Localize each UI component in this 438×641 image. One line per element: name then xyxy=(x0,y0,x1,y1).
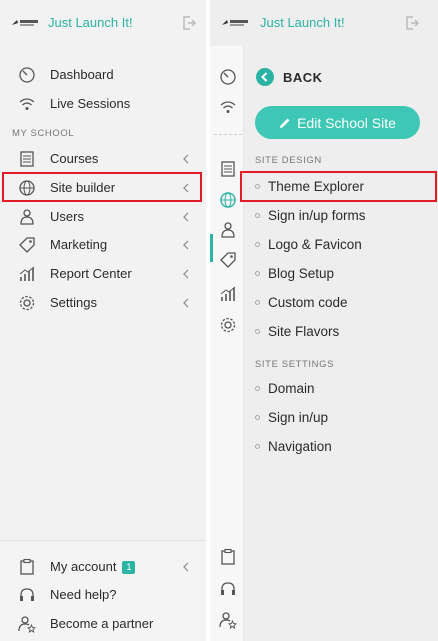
submenu-label: Navigation xyxy=(268,438,332,454)
submenu-label: Sign in/up forms xyxy=(268,207,366,223)
submenu-item-sign-in-up-forms[interactable]: Sign in/up forms xyxy=(255,203,366,227)
submenu-label: Blog Setup xyxy=(268,265,335,281)
nav-item-settings[interactable]: Settings xyxy=(0,289,206,316)
clipboard-icon xyxy=(20,558,34,575)
wifi-icon[interactable] xyxy=(219,98,237,116)
submenu-label: Logo & Favicon xyxy=(268,236,362,252)
submenu-label: Sign in/up xyxy=(268,409,329,425)
site-builder-highlight-box xyxy=(2,172,202,202)
nav-label: Dashboard xyxy=(50,67,114,82)
brand-name[interactable]: Just Launch It! xyxy=(48,15,133,30)
chart-icon[interactable] xyxy=(219,285,237,303)
brand-name[interactable]: Just Launch It! xyxy=(260,15,345,30)
nav-item-users[interactable]: Users xyxy=(0,203,206,230)
submenu-item-sign-in-up[interactable]: Sign in/up xyxy=(255,405,328,429)
nav-label: Settings xyxy=(50,295,97,310)
theme-explorer-highlight-box xyxy=(240,171,437,202)
headset-icon xyxy=(20,587,34,601)
nav-item-report-center[interactable]: Report Center xyxy=(0,260,206,287)
wifi-icon xyxy=(19,97,35,110)
pencil-icon xyxy=(280,118,290,128)
edit-school-site-label: Edit School Site xyxy=(297,114,396,131)
chart-icon xyxy=(19,266,35,281)
gear-icon xyxy=(19,295,35,310)
nav-label: Report Center xyxy=(50,266,132,281)
nav-item-marketing[interactable]: Marketing xyxy=(0,231,206,258)
nav-label: Live Sessions xyxy=(50,96,131,111)
section-title-site-settings: SITE SETTINGS xyxy=(255,359,335,370)
submenu-item-logo-favicon[interactable]: Logo & Favicon xyxy=(255,232,362,256)
submenu-item-site-flavors[interactable]: Site Flavors xyxy=(255,319,339,343)
chevron-left-icon xyxy=(183,562,189,571)
tag-icon xyxy=(19,236,35,253)
chevron-left-icon xyxy=(183,212,189,221)
gauge-icon[interactable] xyxy=(219,68,237,86)
logout-icon[interactable] xyxy=(181,15,197,31)
chevron-left-icon xyxy=(183,154,189,163)
nav-label: Become a partner xyxy=(50,616,154,631)
my-account-label: My account xyxy=(50,559,117,574)
bullet-icon xyxy=(255,328,260,334)
submenu-label: Domain xyxy=(268,380,315,396)
partner-icon[interactable] xyxy=(219,611,237,629)
notification-badge: 1 xyxy=(122,561,136,574)
bullet-icon xyxy=(255,299,260,305)
nav-item-become-partner[interactable]: Become a partner xyxy=(0,610,206,637)
submenu-label: Site Flavors xyxy=(268,323,340,339)
nav-label: Need help? xyxy=(50,587,117,602)
logout-icon[interactable] xyxy=(404,15,420,31)
user-icon[interactable] xyxy=(219,221,237,239)
main-sidebar: Just Launch It! Dashboard Live Sessions … xyxy=(0,0,206,641)
site-builder-submenu-panel: Just Launch It! BACK Edit School Site SI… xyxy=(210,0,438,641)
book-icon xyxy=(20,150,34,167)
nav-item-live-sessions[interactable]: Live Sessions xyxy=(0,90,206,117)
book-icon[interactable] xyxy=(219,160,237,178)
headset-icon[interactable] xyxy=(219,580,237,598)
edit-school-site-button[interactable]: Edit School Site xyxy=(255,106,420,139)
bullet-icon xyxy=(255,212,260,218)
clipboard-icon[interactable] xyxy=(219,548,237,566)
bullet-icon xyxy=(255,241,260,247)
globe-icon[interactable] xyxy=(219,191,237,209)
rail-active-indicator xyxy=(210,234,213,262)
back-button[interactable]: BACK xyxy=(256,68,323,86)
sidebar-header: Just Launch It! xyxy=(0,0,206,46)
nav-label: Users xyxy=(50,209,84,224)
user-icon xyxy=(20,208,34,225)
chevron-left-icon xyxy=(183,298,189,307)
rail-divider xyxy=(214,134,242,135)
chevron-left-circle-icon xyxy=(256,68,274,86)
section-title-site-design: SITE DESIGN xyxy=(255,155,322,166)
submenu-label: Custom code xyxy=(268,294,348,310)
bullet-icon xyxy=(255,414,260,420)
submenu-item-navigation[interactable]: Navigation xyxy=(255,434,332,458)
chevron-left-icon xyxy=(183,269,189,278)
partner-icon xyxy=(18,615,36,633)
submenu-item-domain[interactable]: Domain xyxy=(255,376,315,400)
nav-item-need-help[interactable]: Need help? xyxy=(0,581,206,608)
nav-label: Marketing xyxy=(50,237,108,252)
tag-icon[interactable] xyxy=(219,251,237,269)
nav-item-dashboard[interactable]: Dashboard xyxy=(0,61,206,88)
nav-label: My account 1 xyxy=(50,559,136,574)
school-logo xyxy=(12,20,38,26)
school-logo xyxy=(222,20,248,26)
section-title-my-school: MY SCHOOL xyxy=(12,128,75,139)
bullet-icon xyxy=(255,385,260,391)
gear-icon[interactable] xyxy=(219,316,237,334)
collapsed-icon-rail xyxy=(210,46,244,641)
nav-item-courses[interactable]: Courses xyxy=(0,145,206,172)
submenu-item-custom-code[interactable]: Custom code xyxy=(255,290,348,314)
nav-label: Courses xyxy=(50,151,99,166)
bullet-icon xyxy=(255,443,260,449)
gauge-icon xyxy=(19,66,35,83)
submenu-item-blog-setup[interactable]: Blog Setup xyxy=(255,261,334,285)
bullet-icon xyxy=(255,270,260,276)
nav-item-my-account[interactable]: My account 1 xyxy=(0,553,206,580)
back-label: BACK xyxy=(283,69,323,85)
chevron-left-icon xyxy=(183,240,189,249)
submenu-header: Just Launch It! xyxy=(210,0,438,46)
